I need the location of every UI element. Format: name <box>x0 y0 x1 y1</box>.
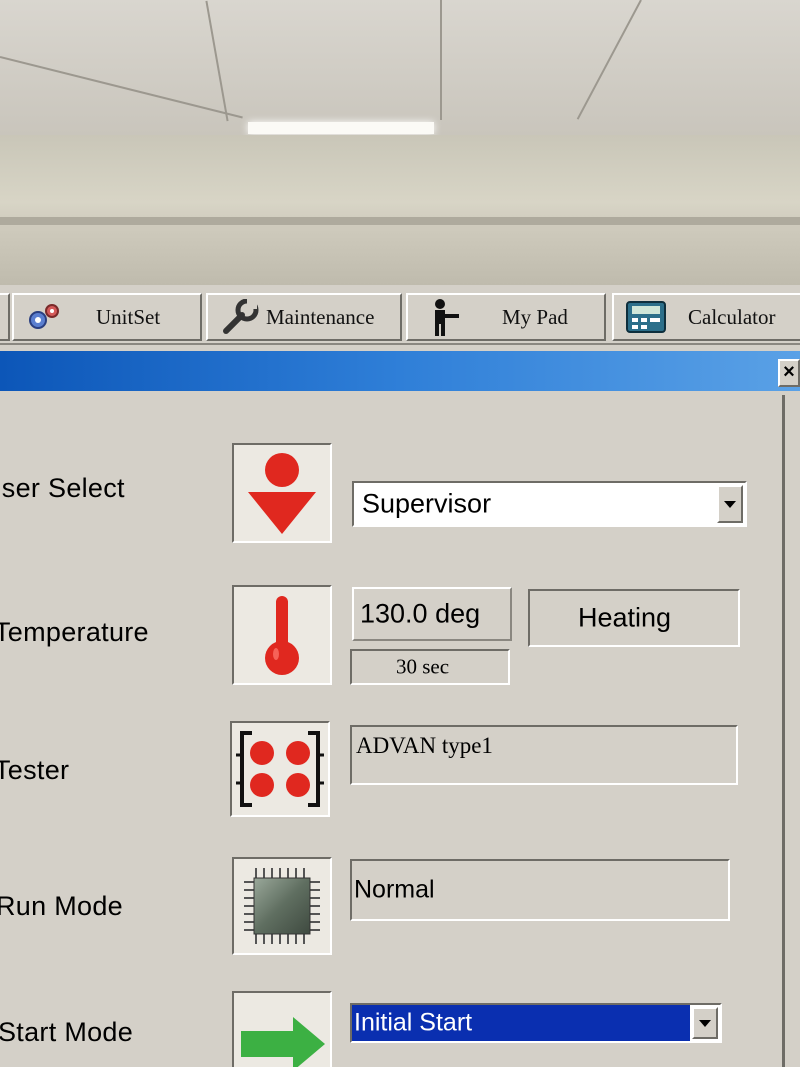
person-icon <box>426 298 462 336</box>
ceiling-background <box>0 0 800 135</box>
green-arrow-icon <box>241 1017 325 1067</box>
run-mode-value-box: Normal <box>350 859 730 921</box>
user-select-label: User Select <box>0 473 125 503</box>
temperature-value: 130.0 deg <box>360 598 481 629</box>
start-mode-dropdown[interactable]: Initial Start <box>350 1003 722 1043</box>
user-arrow-icon <box>248 453 316 534</box>
temperature-duration-box: 30 sec <box>350 649 510 685</box>
temperature-label: Temperature <box>0 617 149 647</box>
chevron-down-icon[interactable] <box>717 485 743 523</box>
thermometer-icon <box>265 596 299 675</box>
window-titlebar <box>0 351 800 391</box>
run-mode-label: Run Mode <box>0 891 123 921</box>
tester-sockets-icon <box>236 731 324 807</box>
temperature-duration: 30 sec <box>396 654 450 679</box>
run-mode-icon-box <box>232 857 332 955</box>
maintenance-label: Maintenance <box>266 304 375 329</box>
settings-panel: User Select Supervisor Temperature 130.0… <box>0 395 785 1067</box>
tester-value-box: ADVAN type1 <box>350 725 738 785</box>
calculator-button[interactable]: Calculator <box>612 293 800 341</box>
temperature-status: Heating <box>578 602 672 633</box>
maintenance-button[interactable]: Maintenance <box>206 293 402 341</box>
temperature-icon-box <box>232 585 332 685</box>
chevron-down-icon[interactable] <box>692 1007 718 1039</box>
calculator-icon <box>626 301 666 333</box>
start-mode-value: Initial Start <box>354 1008 473 1037</box>
my-pad-label: My Pad <box>502 304 568 329</box>
unitset-button[interactable] <box>0 293 10 341</box>
chip-icon <box>244 868 320 944</box>
my-pad-button[interactable]: My Pad <box>406 293 606 341</box>
tester-label: Tester <box>0 755 70 785</box>
user-select-icon-box <box>232 443 332 543</box>
start-mode-selection-highlight: Initial Start <box>352 1005 690 1041</box>
unitset-button[interactable]: UnitSet <box>12 293 202 341</box>
unitset-gear-icon <box>26 302 62 332</box>
wrench-icon <box>220 299 260 335</box>
tester-icon-box <box>230 721 330 817</box>
temperature-value-box: 130.0 deg <box>352 587 512 641</box>
user-select-value: Supervisor <box>362 488 492 519</box>
start-mode-label: Start Mode <box>0 1017 134 1047</box>
close-button[interactable]: × <box>778 359 800 387</box>
user-select-dropdown[interactable]: Supervisor <box>352 481 747 527</box>
run-mode-value: Normal <box>354 875 435 904</box>
start-mode-icon-box <box>232 991 332 1067</box>
toolbar: UnitSet Maintenance My Pad Calculator <box>0 285 800 345</box>
screen: UnitSet Maintenance My Pad Calculator × … <box>0 285 800 1067</box>
tester-value: ADVAN type1 <box>356 733 493 758</box>
unitset-label: UnitSet <box>96 304 161 329</box>
ceiling-light <box>248 122 434 134</box>
calculator-label: Calculator <box>688 304 776 329</box>
temperature-status-box: Heating <box>528 589 740 647</box>
monitor-bezel <box>0 135 800 285</box>
